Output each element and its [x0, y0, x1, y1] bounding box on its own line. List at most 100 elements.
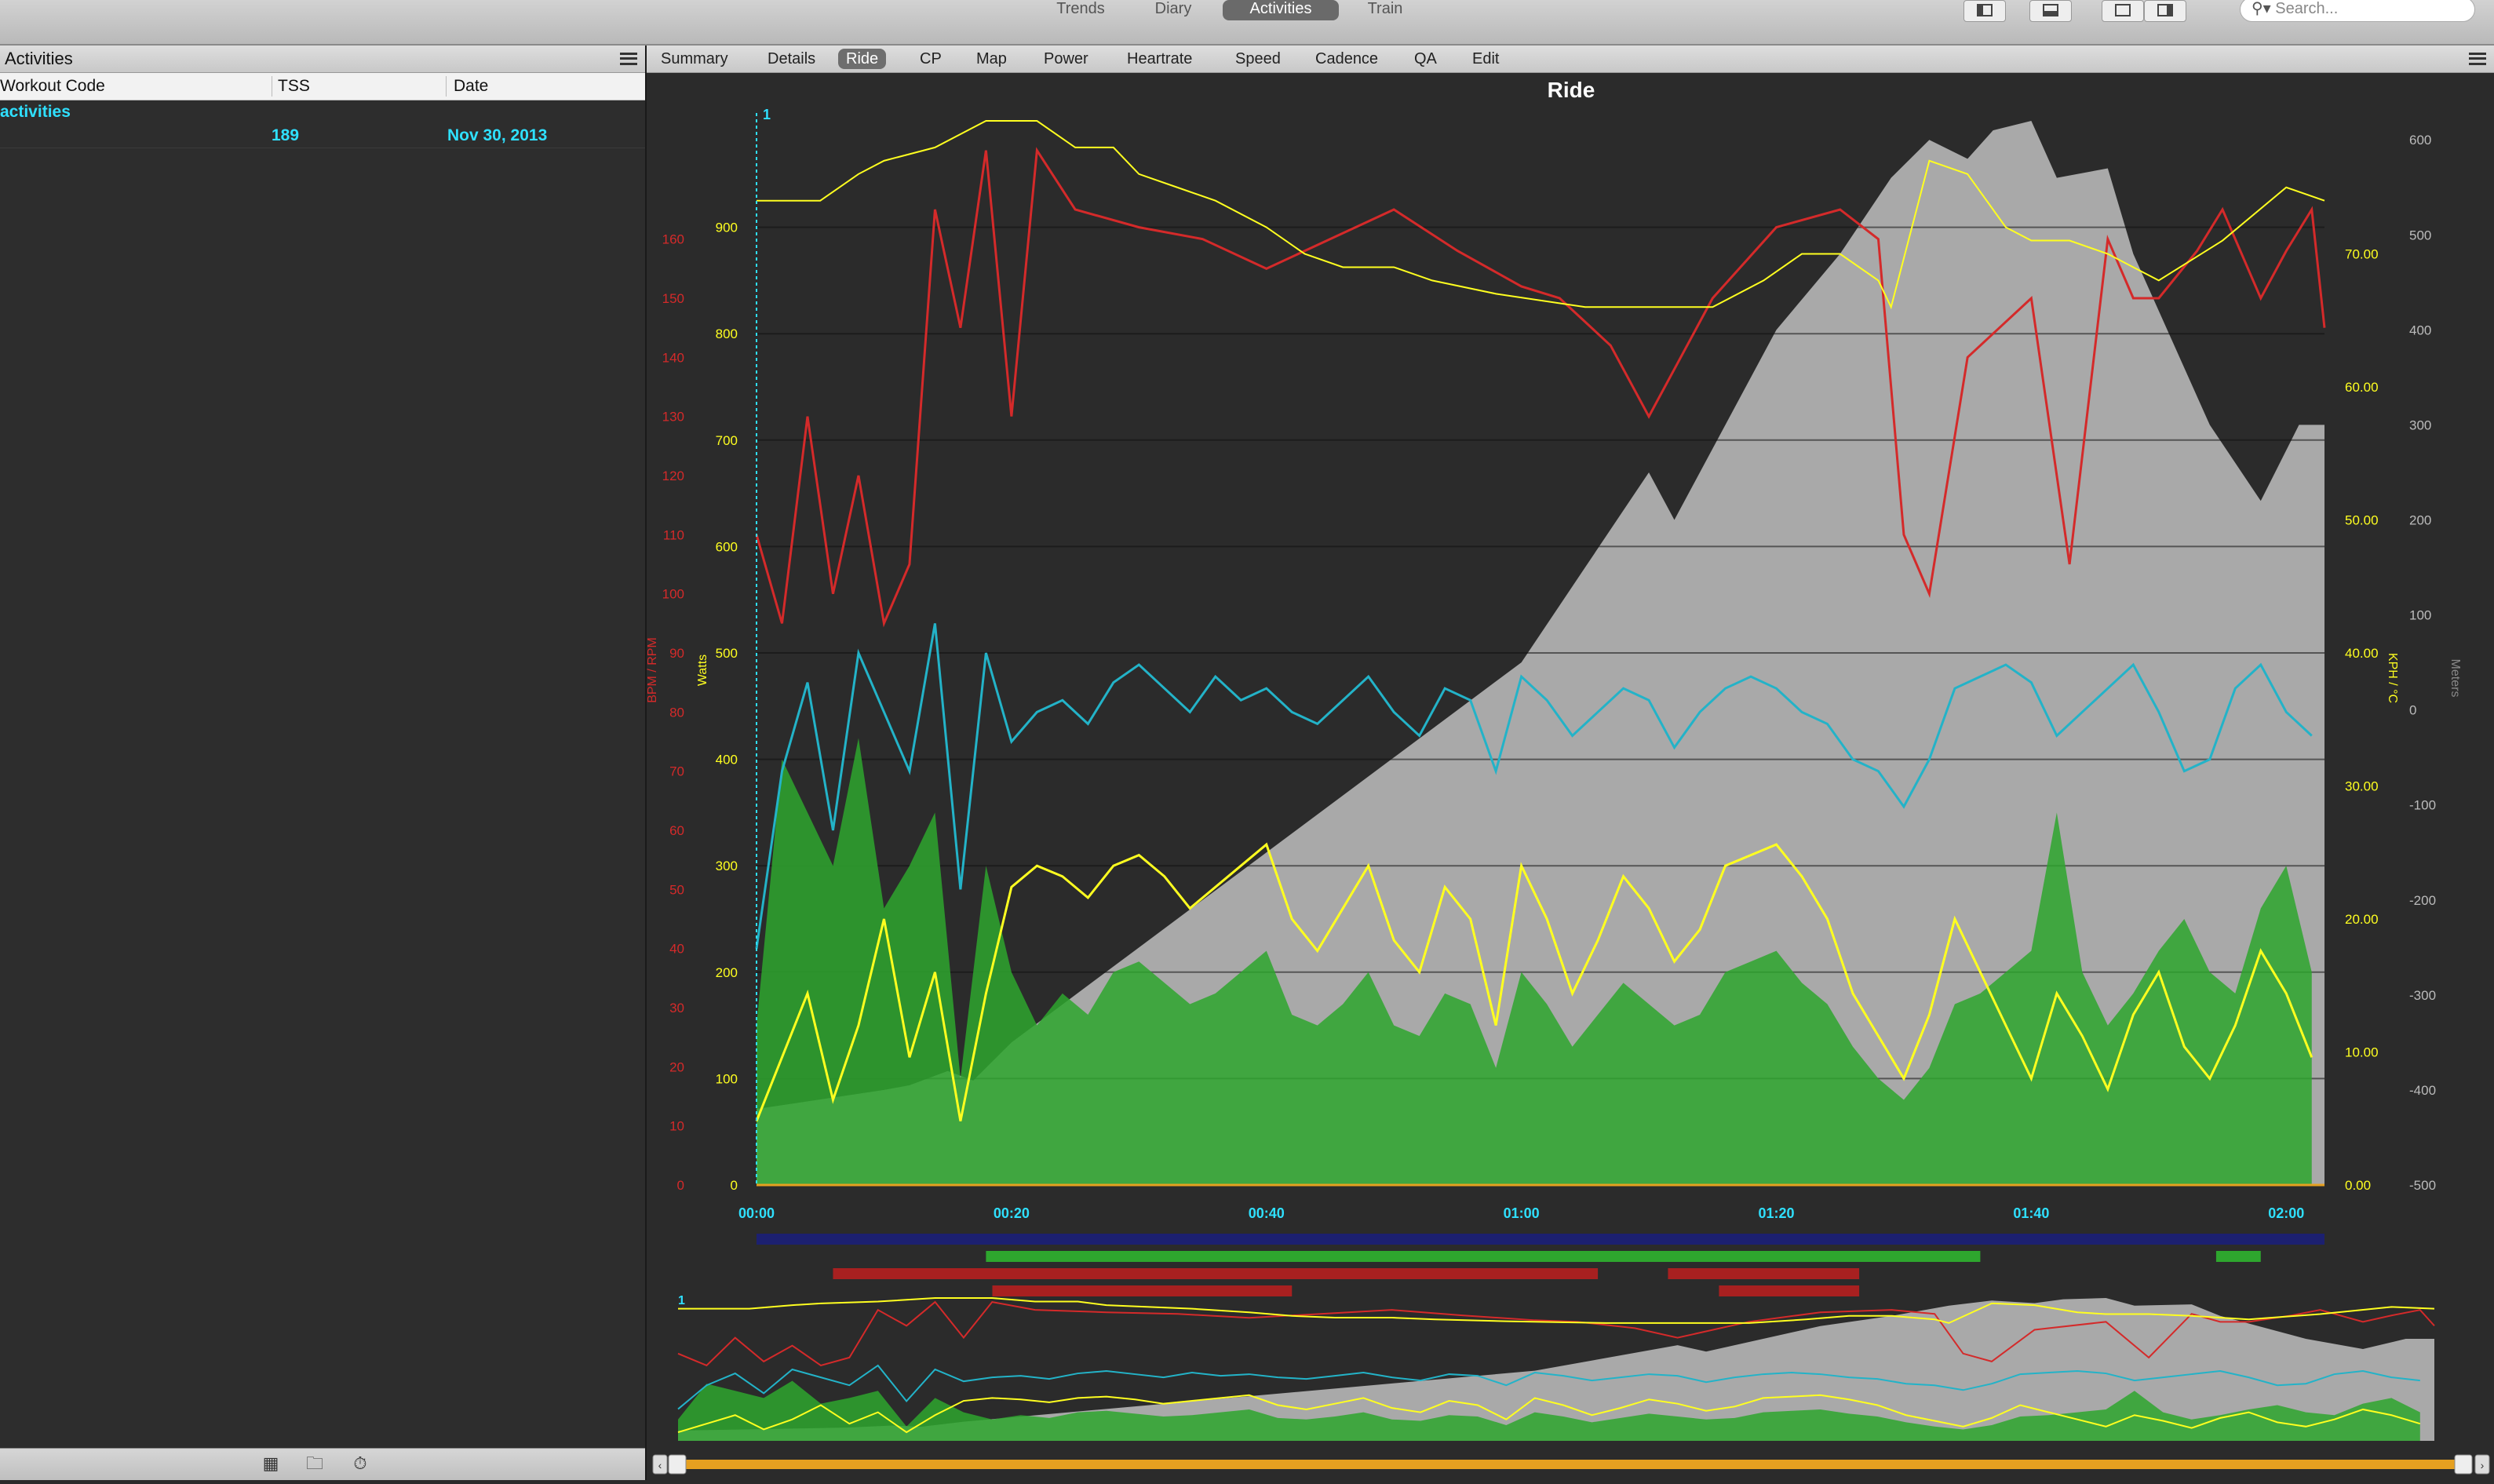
search-placeholder: Search...: [2275, 0, 2339, 17]
y-tick-label: 600: [2409, 133, 2431, 148]
column-workout-code[interactable]: Workout Code: [0, 73, 105, 100]
y-axis-label-meters: Meters: [2448, 659, 2462, 698]
y-tick-label: -300: [2409, 988, 2436, 1003]
interval-bar[interactable]: [1668, 1268, 1860, 1279]
overview-scrollbar[interactable]: ‹ ›: [652, 1454, 2490, 1475]
y-tick-label: 40: [669, 942, 684, 957]
layout-tiled-button[interactable]: [2144, 0, 2186, 22]
y-tick-label: 700: [716, 433, 738, 448]
tab-cadence[interactable]: Cadence: [1307, 49, 1386, 69]
ride-chart[interactable]: Ride 1 00:00 00:20 00:40 01:00 01:20 01:40 02:…: [646, 74, 2494, 1480]
view-menu-icon[interactable]: [2469, 53, 2486, 65]
interval-bar[interactable]: [986, 1251, 1981, 1262]
x-tick-label: 01:20: [1758, 1205, 1794, 1221]
y-tick-label: 10.00: [2345, 1045, 2379, 1060]
y-tick-label: 120: [662, 469, 684, 483]
calendar-icon[interactable]: ▦: [261, 1455, 281, 1472]
top-toolbar: Trends Diary Activities Train ⚲▾ Search.…: [0, 0, 2494, 46]
y-tick-label: 400: [2409, 323, 2431, 337]
y-tick-label: 70: [669, 764, 684, 779]
activity-table-header: Workout Code TSS Date: [0, 73, 645, 100]
x-tick-label: 01:40: [2013, 1205, 2049, 1221]
interval-bar[interactable]: [833, 1268, 1599, 1279]
y-tick-label: 60.00: [2345, 380, 2379, 395]
toolbar-tab-diary[interactable]: Diary: [1130, 0, 1216, 20]
x-tick-label: 00:20: [994, 1205, 1030, 1221]
stopwatch-icon[interactable]: ⏱: [350, 1455, 370, 1472]
tab-qa[interactable]: QA: [1406, 49, 1445, 69]
interval-bar[interactable]: [992, 1285, 1293, 1296]
y-tick-label: 40.00: [2345, 646, 2379, 661]
folder-icon[interactable]: 🗀: [304, 1455, 325, 1472]
y-tick-label: 80: [669, 705, 684, 720]
toolbar-tab-trends[interactable]: Trends: [1034, 0, 1127, 20]
tab-edit[interactable]: Edit: [1464, 49, 1507, 69]
y-tick-label: 900: [716, 221, 738, 235]
activity-view: Summary Details Ride CP Map Power Heartr…: [646, 46, 2494, 1480]
interval-bar[interactable]: [1719, 1285, 1860, 1296]
y-tick-label: 800: [716, 326, 738, 341]
search-input[interactable]: ⚲▾ Search...: [2240, 0, 2475, 22]
layout-tiled-icon: [2157, 4, 2173, 16]
x-tick-label: 00:40: [1249, 1205, 1285, 1221]
y-tick-label: 300: [2409, 417, 2431, 432]
chart-title: Ride: [1548, 78, 1595, 102]
y-tick-label: 30.00: [2345, 779, 2379, 794]
y-axis-label-bpm: BPM / RPM: [647, 637, 659, 703]
tab-heartrate[interactable]: Heartrate: [1119, 49, 1200, 69]
tab-speed[interactable]: Speed: [1227, 49, 1289, 69]
y-tick-label: 200: [2409, 513, 2431, 528]
y-tick-label: 300: [716, 859, 738, 873]
y-tick-label: 160: [662, 232, 684, 247]
activity-group-label[interactable]: activities: [0, 100, 645, 124]
y-tick-label: 60: [669, 823, 684, 838]
activities-sidebar: Activities Workout Code TSS Date activit…: [0, 46, 647, 1480]
y-tick-label: 140: [662, 350, 684, 365]
y-tick-label: -100: [2409, 798, 2436, 813]
toggle-bottom-panel-button[interactable]: [2029, 0, 2072, 22]
y-tick-label: 70.00: [2345, 247, 2379, 262]
y-tick-label: 600: [716, 539, 738, 554]
overview-interval-marker: 1: [678, 1294, 685, 1307]
y-tick-label: -400: [2409, 1083, 2436, 1098]
tab-cp[interactable]: CP: [912, 49, 950, 69]
sidebar-icon: [1977, 4, 1993, 16]
table-row[interactable]: 189 Nov 30, 2013: [0, 124, 645, 148]
tab-power[interactable]: Power: [1036, 49, 1096, 69]
y-tick-label: 500: [2409, 228, 2431, 242]
tab-summary[interactable]: Summary: [653, 49, 736, 69]
overview-chart[interactable]: 1: [677, 1294, 2435, 1441]
interval-bar[interactable]: [2215, 1251, 2261, 1262]
y-axis-label-watts: Watts: [696, 654, 709, 686]
row-date: Nov 30, 2013: [447, 126, 548, 144]
layout-single-icon: [2115, 4, 2131, 16]
column-date[interactable]: Date: [454, 73, 488, 100]
column-tss[interactable]: TSS: [278, 73, 310, 100]
y-tick-label: 130: [662, 410, 684, 425]
toggle-sidebar-button[interactable]: [1963, 0, 2006, 22]
column-divider[interactable]: [446, 76, 447, 97]
layout-single-button[interactable]: [2102, 0, 2144, 22]
y-axis-label-kph: KPH / °C: [2386, 653, 2399, 703]
interval-bar[interactable]: [757, 1234, 2324, 1245]
sidebar-menu-icon[interactable]: [620, 53, 637, 65]
sidebar-title: Activities: [5, 49, 73, 68]
toolbar-tab-train[interactable]: Train: [1344, 0, 1427, 20]
bottom-panel-icon: [2043, 4, 2058, 16]
tab-map[interactable]: Map: [968, 49, 1015, 69]
interval-marker: 1: [763, 107, 771, 122]
scroll-track: [670, 1460, 2472, 1469]
tab-details[interactable]: Details: [760, 49, 823, 69]
y-tick-label: 20: [669, 1059, 684, 1074]
tab-ride[interactable]: Ride: [838, 49, 887, 69]
toolbar-tab-activities[interactable]: Activities: [1223, 0, 1339, 20]
y-tick-label: 0.00: [2345, 1178, 2371, 1193]
y-tick-label: 20.00: [2345, 912, 2379, 927]
sidebar-footer: ▦ 🗀 ⏱: [0, 1448, 645, 1480]
y-tick-label: 30: [669, 1001, 684, 1015]
y-tick-label: -500: [2409, 1178, 2436, 1193]
scroll-handle-left: [668, 1454, 687, 1475]
y-tick-label: 50.00: [2345, 513, 2379, 528]
y-tick-label: 100: [662, 587, 684, 602]
scroll-left-icon: ‹: [658, 1459, 662, 1471]
